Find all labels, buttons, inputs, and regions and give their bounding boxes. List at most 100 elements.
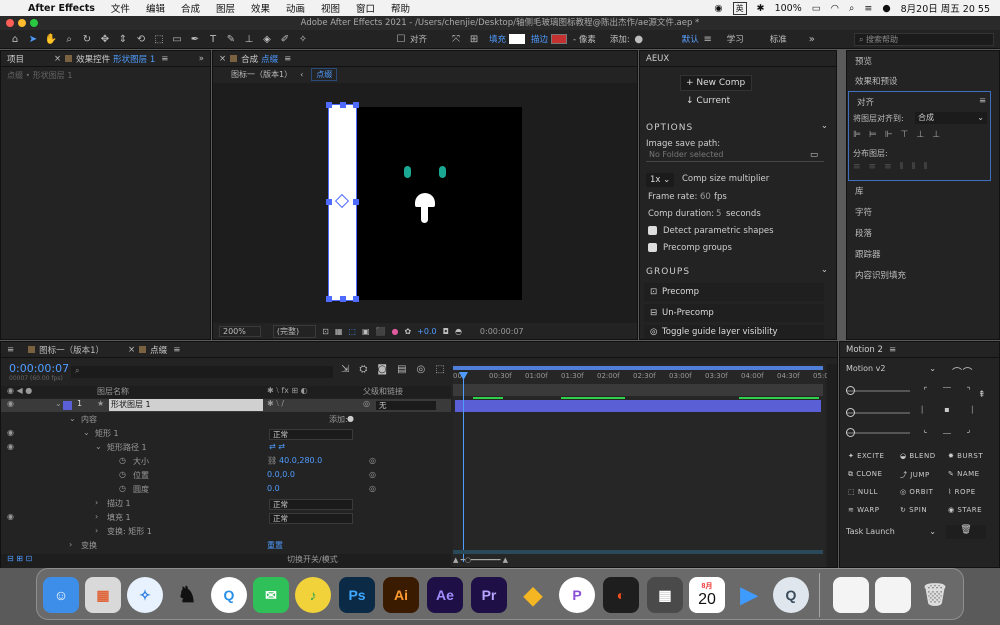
layer-switches-icon[interactable]: ✱ ⧵ /	[267, 399, 284, 409]
tab-effect-controls-layer[interactable]: 形状图层 1	[113, 53, 155, 65]
current-time-display[interactable]: 0:00:00:07	[480, 327, 524, 336]
workspace-menu-icon[interactable]: ≡	[699, 32, 717, 46]
rectangle-expand-icon[interactable]: ⌄	[83, 428, 90, 437]
snap-icon[interactable]: ⤧	[447, 32, 465, 46]
toggle-switches-modes[interactable]: 切换开关/模式	[287, 554, 338, 565]
distribute-hcenter-icon[interactable]: ⦀	[912, 162, 916, 176]
transform-reset-link[interactable]: 重置	[267, 540, 283, 551]
home-icon[interactable]: ⌂	[6, 32, 24, 46]
rope-button[interactable]: ⌇ ROPE	[948, 488, 976, 496]
handle-bottom-left[interactable]	[326, 296, 332, 302]
zoom-window-button[interactable]	[30, 19, 38, 27]
anchor-tool-icon[interactable]: ⬚	[150, 32, 168, 46]
effect-controls-lock-icon[interactable]: ×	[54, 54, 61, 64]
snapshot-icon[interactable]: ▣	[362, 327, 370, 336]
mask-visibility-icon[interactable]: ⬚	[348, 327, 356, 336]
panel-library[interactable]: 库	[855, 185, 864, 197]
help-search-input[interactable]: ⌕ 搜索帮助	[854, 32, 994, 46]
resolution-dropdown[interactable]: (完整)	[272, 324, 317, 338]
anchor-t-icon[interactable]: ⎺	[939, 386, 954, 399]
stroke-width[interactable]: - 像素	[573, 33, 596, 45]
region-of-interest-icon[interactable]: ⊡	[322, 327, 329, 336]
stroke-expand-icon[interactable]: ›	[95, 498, 98, 507]
zoom-dropdown[interactable]: 200%	[219, 325, 261, 337]
breadcrumb-parent[interactable]: 图标一（版本1）	[231, 69, 292, 80]
workspace-learn[interactable]: 学习	[727, 33, 744, 45]
stroke-row[interactable]: › 描边 1 正常	[1, 498, 451, 512]
layer-label-color[interactable]	[63, 401, 72, 410]
selection-tool-icon[interactable]: ➤	[24, 32, 42, 46]
anchor-br-icon[interactable]: ⌟	[961, 425, 976, 438]
exposure-value[interactable]: +0.0	[417, 327, 436, 336]
calendar-icon[interactable]: 8月 20	[689, 577, 725, 613]
pen-tool-icon[interactable]: ✒	[186, 32, 204, 46]
tab-motion2[interactable]: Motion 2	[846, 345, 883, 355]
minimize-window-button[interactable]	[18, 19, 26, 27]
motion2-menu-icon[interactable]: ≡	[889, 345, 896, 355]
comp-flowchart-icon[interactable]: ⇲	[341, 364, 349, 378]
brush-tool-icon[interactable]: ✎	[222, 32, 240, 46]
position-stopwatch-icon[interactable]: ◷	[119, 470, 126, 479]
null-button[interactable]: ⬚ NULL	[848, 488, 878, 496]
roundness-row[interactable]: ◷ 圆度 0.0 ◎	[1, 484, 451, 498]
handle-bottom-right[interactable]	[353, 296, 359, 302]
name-button[interactable]: ✎ NAME	[948, 470, 980, 478]
frame-blending-icon[interactable]: ▤	[397, 364, 406, 378]
size-stopwatch-icon[interactable]: ◷	[119, 456, 126, 465]
frame-rate-input[interactable]: 60	[700, 192, 711, 202]
type-tool-icon[interactable]: T	[204, 32, 222, 46]
eraser-tool-icon[interactable]: ◈	[258, 32, 276, 46]
spin-button[interactable]: ↻ SPIN	[900, 506, 927, 514]
precomp-button[interactable]: ⊡ Precomp	[644, 283, 824, 301]
after-effects-icon[interactable]: Ae	[427, 577, 463, 613]
layer-name-column[interactable]: 图层名称	[97, 386, 129, 397]
parent-pickwhip-icon[interactable]: ◎	[363, 399, 370, 408]
motion-slider-3[interactable]	[846, 432, 910, 434]
warp-button[interactable]: ≋ WARP	[848, 506, 880, 514]
transform-rect-expand-icon[interactable]: ›	[95, 526, 98, 535]
rect-path-visibility-icon[interactable]: ◉	[7, 442, 14, 451]
rectangle-group-row[interactable]: ◉ ⌄ 矩形 1 正常	[1, 428, 451, 442]
panel-menu-icon[interactable]: ≡	[161, 54, 168, 64]
stroke-swatch[interactable]	[551, 34, 568, 44]
transform-row[interactable]: › 变换 重置	[1, 540, 451, 554]
roundness-stopwatch-icon[interactable]: ◷	[119, 484, 126, 493]
camera-snapshot-icon[interactable]: ◘	[443, 327, 449, 336]
fill-visibility-icon[interactable]: ◉	[7, 512, 14, 521]
color-icon[interactable]: ●	[391, 327, 398, 336]
align-to-dropdown[interactable]: 合成 ⌄	[915, 112, 987, 124]
tab-aeux[interactable]: AEUX	[646, 54, 669, 64]
handle-mid-right[interactable]	[353, 199, 359, 205]
motion-blur-icon[interactable]: ◎	[417, 364, 426, 378]
burst-button[interactable]: ✸ BURST	[948, 452, 983, 460]
anchor-tr-icon[interactable]: ⌝	[961, 386, 976, 399]
anchor-b-icon[interactable]: ⎽	[939, 425, 954, 438]
orbit-camera-icon[interactable]: ↻	[78, 32, 96, 46]
comp-canvas[interactable]	[357, 107, 522, 300]
groups-collapse-icon[interactable]: ⌄	[821, 265, 828, 275]
menu-view[interactable]: 视图	[313, 1, 348, 15]
precomp-groups-checkbox[interactable]	[648, 243, 657, 252]
menu-layer[interactable]: 图层	[208, 1, 243, 15]
layer-visibility-icon[interactable]: ◉	[7, 399, 14, 408]
workspace-default[interactable]: 默认	[682, 33, 699, 45]
menu-effect[interactable]: 效果	[243, 1, 278, 15]
search-icon[interactable]: ⌕	[849, 3, 854, 14]
trash-icon[interactable]: 🗑	[917, 577, 953, 613]
multiplier-dropdown[interactable]: 1x ⌄	[646, 173, 674, 187]
workspace-standard[interactable]: 标准	[770, 33, 787, 45]
tab-timeline-icon-version1[interactable]: 图标一（版本1）	[39, 344, 104, 356]
distribute-right-icon[interactable]: ⦀	[924, 162, 928, 176]
shy-layers-icon[interactable]: ◙	[377, 364, 387, 378]
finder-window-icon[interactable]	[875, 577, 911, 613]
draft-3d-icon[interactable]: ⛭	[359, 364, 367, 378]
clone-button[interactable]: ⧉ CLONE	[848, 470, 882, 479]
motion-vertical-icons[interactable]: ⇞	[978, 390, 986, 400]
menu-composition[interactable]: 合成	[173, 1, 208, 15]
anchor-tl-icon[interactable]: ⌜	[918, 386, 933, 399]
transform-expand-icon[interactable]: ›	[69, 540, 72, 549]
options-header[interactable]: OPTIONS	[646, 123, 693, 133]
task-launch-dropdown[interactable]: Task Launch ⌄	[846, 527, 936, 539]
timeline-menu-icon[interactable]: ≡	[7, 345, 14, 355]
toggle-guide-button[interactable]: ◎ Toggle guide layer visibility	[644, 325, 824, 339]
